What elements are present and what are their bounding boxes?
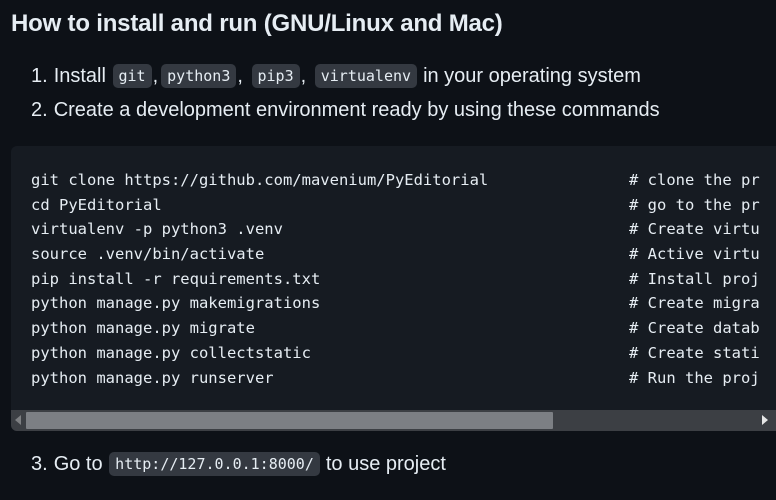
install-step-2: 2. Create a development environment read… xyxy=(31,99,660,122)
step-number: 2. xyxy=(31,99,48,121)
step-number: 1. xyxy=(31,64,48,87)
code-line: python manage.py makemigrations # Create … xyxy=(31,291,776,316)
step-suffix: to use project xyxy=(325,452,446,475)
code-command: python manage.py migrate xyxy=(31,319,255,338)
code-line: python manage.py runserver # Run the proj xyxy=(31,366,776,391)
step-number: 3. xyxy=(31,452,48,475)
code-block: git clone https://github.com/mavenium/Py… xyxy=(11,146,776,431)
code-lines: git clone https://github.com/mavenium/Py… xyxy=(31,168,776,390)
step-prefix: Install xyxy=(53,64,106,87)
scrollbar-thumb[interactable] xyxy=(26,412,553,429)
step-prefix: Go to xyxy=(53,452,103,475)
horizontal-scrollbar[interactable] xyxy=(11,410,776,431)
inline-code-virtualenv: virtualenv xyxy=(314,64,418,88)
inline-code-pip3: pip3 xyxy=(251,64,300,88)
code-command: virtualenv -p python3 .venv xyxy=(31,220,283,239)
code-line: python manage.py collectstatic # Create s… xyxy=(31,341,776,366)
code-comment: # go to the pr xyxy=(629,195,760,214)
code-command: python manage.py collectstatic xyxy=(31,343,311,362)
step-suffix: in your operating system xyxy=(423,64,641,87)
scroll-right-arrow-icon[interactable] xyxy=(762,415,768,425)
code-command: python manage.py makemigrations xyxy=(31,294,321,313)
inline-code-git: git xyxy=(112,64,152,88)
code-command: python manage.py runserver xyxy=(31,368,274,387)
code-command: git clone https://github.com/mavenium/Py… xyxy=(31,171,489,189)
code-line: python manage.py migrate # Create datab xyxy=(31,316,776,341)
code-line: pip install -r requirements.txt # Install… xyxy=(31,267,776,292)
inline-code-python3: python3 xyxy=(161,64,237,88)
separator: , xyxy=(237,64,243,87)
page-title: How to install and run (GNU/Linux and Ma… xyxy=(11,10,503,37)
code-line: virtualenv -p python3 .venv # Create virt… xyxy=(31,217,776,242)
code-comment: # Install proj xyxy=(629,269,760,288)
code-comment: # clone the pr xyxy=(629,171,760,189)
inline-code-url: http://127.0.0.1:8000/ xyxy=(109,452,320,476)
code-comment: # Create datab xyxy=(629,319,760,338)
code-comment: # Create virtu xyxy=(629,220,760,239)
code-comment: # Create stati xyxy=(629,343,760,362)
code-command: pip install -r requirements.txt xyxy=(31,269,321,288)
step-text: Create a development environment ready b… xyxy=(53,99,660,121)
code-line: source .venv/bin/activate # Active virtu xyxy=(31,242,776,267)
separator: , xyxy=(300,64,307,87)
code-line: cd PyEditorial # go to the pr xyxy=(31,193,776,218)
code-comment: # Run the proj xyxy=(629,368,760,387)
code-comment: # Create migra xyxy=(629,294,760,313)
separator: , xyxy=(152,64,159,87)
code-command: source .venv/bin/activate xyxy=(31,245,265,264)
code-command: cd PyEditorial xyxy=(31,195,162,214)
install-step-3: 3. Go to http://127.0.0.1:8000/ to use p… xyxy=(31,452,446,476)
install-step-1: 1. Install git, python3, pip3, virtualenv… xyxy=(31,64,641,88)
code-comment: # Active virtu xyxy=(629,245,760,264)
scroll-left-arrow-icon[interactable] xyxy=(15,415,21,425)
code-line: git clone https://github.com/mavenium/Py… xyxy=(31,168,776,193)
